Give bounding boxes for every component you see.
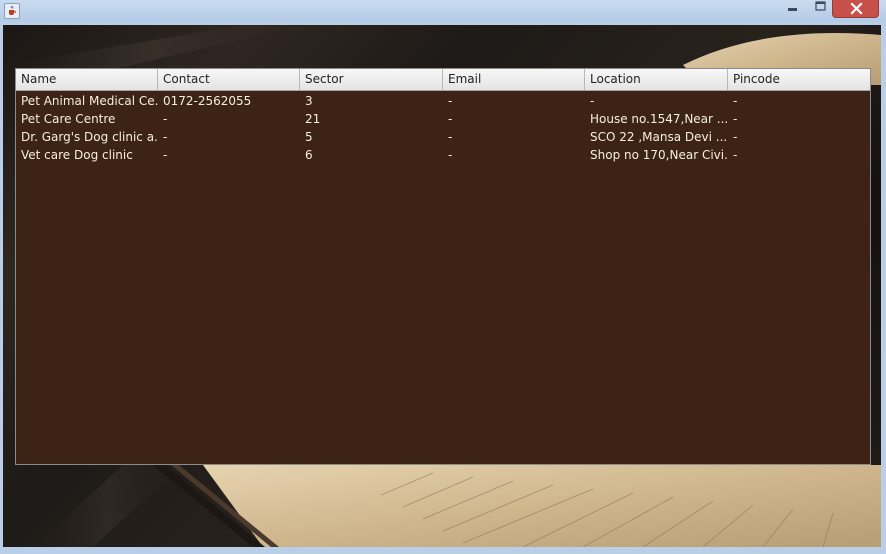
- close-icon: [850, 2, 863, 15]
- cell-pincode[interactable]: -: [728, 128, 870, 146]
- column-header-sector[interactable]: Sector: [300, 69, 443, 90]
- minimize-button[interactable]: [780, 0, 806, 18]
- cell-sector[interactable]: 5: [300, 128, 443, 146]
- cell-email[interactable]: -: [443, 146, 585, 164]
- cell-email[interactable]: -: [443, 110, 585, 128]
- cell-contact[interactable]: -: [158, 146, 300, 164]
- content-pane: Name Contact Sector Email Location Pinco…: [3, 25, 881, 547]
- cell-location[interactable]: -: [585, 92, 728, 110]
- table-row[interactable]: Pet Care Centre - 21 - House no.1547,Nea…: [16, 110, 870, 128]
- column-header-contact[interactable]: Contact: [158, 69, 300, 90]
- table-row[interactable]: Dr. Garg's Dog clinic a... - 5 - SCO 22 …: [16, 128, 870, 146]
- cell-contact[interactable]: -: [158, 128, 300, 146]
- cell-name[interactable]: Pet Animal Medical Ce...: [16, 92, 158, 110]
- cell-name[interactable]: Pet Care Centre: [16, 110, 158, 128]
- cell-location[interactable]: Shop no 170,Near Civi...: [585, 146, 728, 164]
- column-header-pincode[interactable]: Pincode: [728, 69, 870, 90]
- java-cup-icon[interactable]: [4, 3, 20, 19]
- maximize-button[interactable]: [808, 0, 834, 18]
- maximize-icon: [815, 1, 826, 11]
- title-bar[interactable]: [0, 0, 886, 22]
- cell-pincode[interactable]: -: [728, 92, 870, 110]
- table-body: Pet Animal Medical Ce... 0172-2562055 3 …: [16, 91, 870, 164]
- cell-email[interactable]: -: [443, 128, 585, 146]
- close-button[interactable]: [832, 0, 879, 18]
- cell-email[interactable]: -: [443, 92, 585, 110]
- cell-name[interactable]: Dr. Garg's Dog clinic a...: [16, 128, 158, 146]
- table-header: Name Contact Sector Email Location Pinco…: [16, 69, 870, 91]
- table-row[interactable]: Pet Animal Medical Ce... 0172-2562055 3 …: [16, 92, 870, 110]
- cell-sector[interactable]: 3: [300, 92, 443, 110]
- cell-contact[interactable]: 0172-2562055: [158, 92, 300, 110]
- cell-location[interactable]: House no.1547,Near ...: [585, 110, 728, 128]
- column-header-location[interactable]: Location: [585, 69, 728, 90]
- minimize-icon: [788, 8, 797, 11]
- app-window: Name Contact Sector Email Location Pinco…: [0, 0, 886, 554]
- cell-sector[interactable]: 6: [300, 146, 443, 164]
- table-row[interactable]: Vet care Dog clinic - 6 - Shop no 170,Ne…: [16, 146, 870, 164]
- column-header-name[interactable]: Name: [16, 69, 158, 90]
- vet-clinics-table[interactable]: Name Contact Sector Email Location Pinco…: [15, 68, 871, 465]
- cell-sector[interactable]: 21: [300, 110, 443, 128]
- cell-pincode[interactable]: -: [728, 110, 870, 128]
- cell-name[interactable]: Vet care Dog clinic: [16, 146, 158, 164]
- cell-pincode[interactable]: -: [728, 146, 870, 164]
- cell-location[interactable]: SCO 22 ,Mansa Devi ...: [585, 128, 728, 146]
- column-header-email[interactable]: Email: [443, 69, 585, 90]
- cell-contact[interactable]: -: [158, 110, 300, 128]
